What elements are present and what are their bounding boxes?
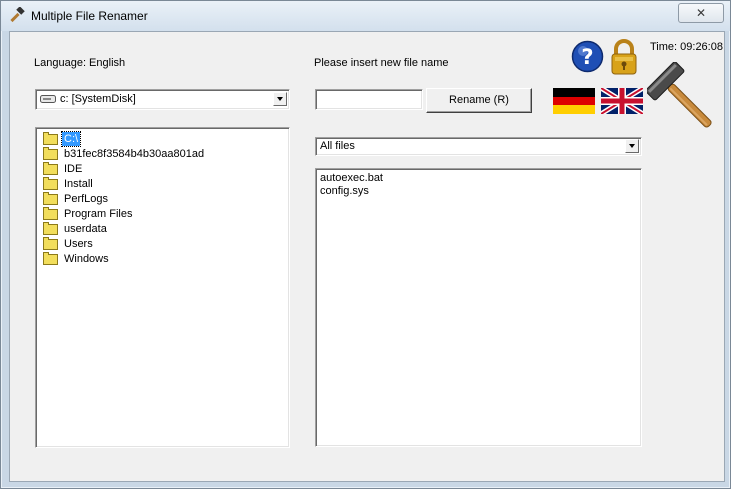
help-icon[interactable]: ? — [571, 40, 604, 73]
drive-combo[interactable]: c: [SystemDisk] — [35, 89, 290, 110]
folder-icon — [43, 177, 58, 190]
folder-icon — [43, 222, 58, 235]
folder-icon — [43, 237, 58, 250]
rename-button[interactable]: Rename (R) — [426, 88, 532, 113]
folder-label: Program Files — [64, 208, 133, 220]
window-title: Multiple File Renamer — [31, 9, 148, 23]
folder-icon — [43, 132, 58, 145]
lock-icon[interactable] — [608, 38, 640, 76]
german-flag-icon[interactable] — [553, 88, 595, 114]
file-item[interactable]: autoexec.bat — [320, 172, 383, 185]
folder-label: PerfLogs — [64, 193, 109, 205]
hammer-app-icon — [10, 7, 25, 23]
folder-tree[interactable]: C:\ b31fec8f3584b4b30aa801ad IDE Install Per… — [35, 127, 290, 448]
filter-combo-dropdown[interactable] — [625, 139, 639, 153]
time-label: Time: 09:26:08 — [650, 41, 723, 53]
filter-combo[interactable]: All files — [315, 137, 642, 156]
drive-icon — [40, 95, 56, 103]
folder-icon — [43, 192, 58, 205]
folder-label: Windows — [64, 253, 109, 265]
language-label: Language: English — [34, 57, 126, 69]
app-window: Multiple File Renamer ✕ Language: Englis… — [0, 0, 731, 489]
new-name-label: Please insert new file name — [314, 57, 449, 69]
svg-text:?: ? — [581, 45, 593, 69]
filter-combo-value: All files — [320, 140, 355, 152]
title-bar[interactable]: Multiple File Renamer ✕ — [1, 1, 730, 31]
uk-flag-icon[interactable] — [601, 88, 643, 114]
folder-icon — [43, 207, 58, 220]
hammer-icon — [647, 62, 712, 128]
folder-label: Users — [64, 238, 93, 250]
main-panel: Language: English c: [SystemDisk] C:\ b31… — [9, 31, 725, 482]
close-icon: ✕ — [695, 6, 707, 20]
drive-combo-value: c: [SystemDisk] — [60, 93, 136, 105]
file-item[interactable]: config.sys — [320, 185, 369, 198]
file-list[interactable]: autoexec.bat config.sys — [315, 168, 642, 447]
folder-icon — [43, 252, 58, 265]
folder-icon — [43, 162, 58, 175]
folder-label: C:\ — [60, 131, 82, 147]
drive-combo-dropdown[interactable] — [273, 92, 287, 106]
folder-label: IDE — [64, 163, 83, 175]
close-button[interactable]: ✕ — [678, 3, 724, 23]
folder-label: b31fec8f3584b4b30aa801ad — [64, 148, 205, 160]
folder-label: Install — [64, 178, 93, 190]
folder-label: userdata — [64, 223, 107, 235]
folder-icon — [43, 147, 58, 160]
new-name-input[interactable] — [315, 89, 423, 110]
